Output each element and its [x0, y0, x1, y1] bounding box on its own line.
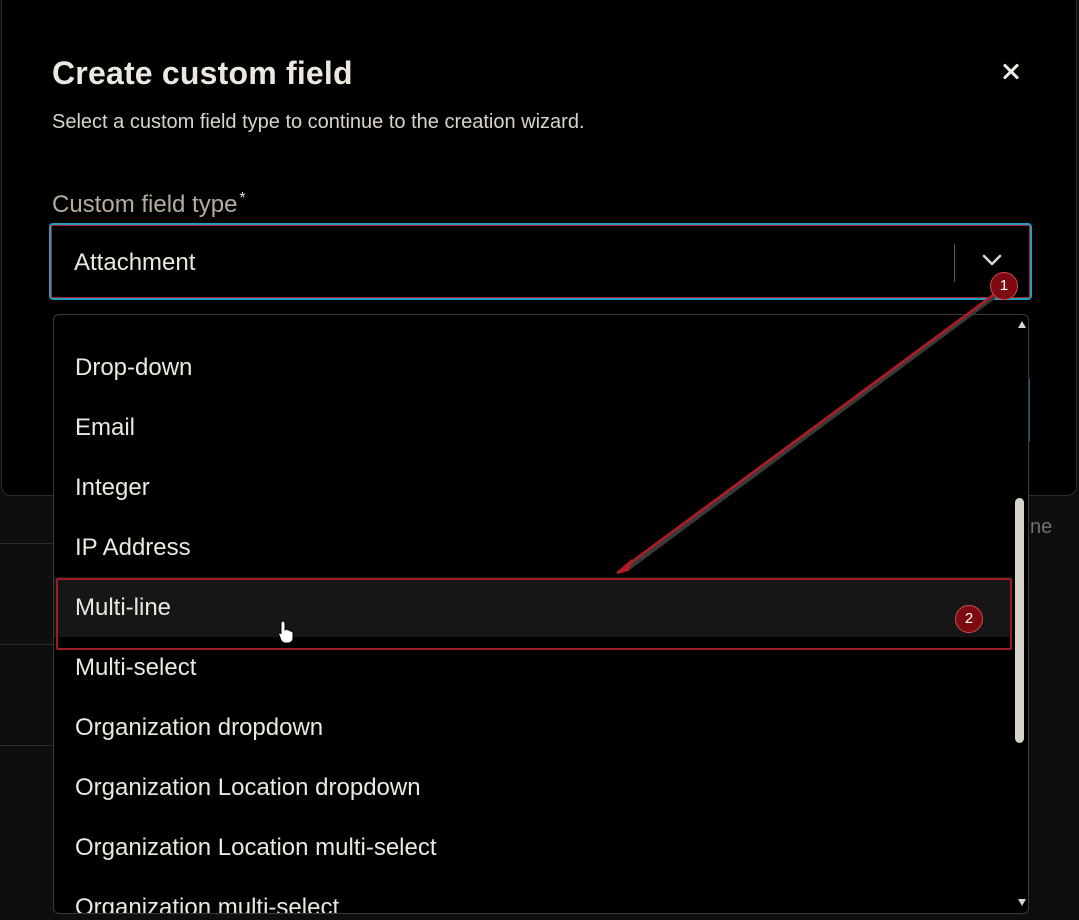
option-multi-line[interactable]: Multi-line	[54, 577, 1012, 637]
option-email[interactable]: Email	[54, 397, 1012, 457]
option-label: Organization multi-select	[75, 894, 340, 914]
scroll-down-arrow-icon[interactable]	[1018, 899, 1026, 906]
option-organization-dropdown[interactable]: Organization dropdown	[54, 697, 1012, 757]
option-label: Organization Location dropdown	[75, 774, 421, 801]
background-divider	[0, 543, 55, 544]
modal-subtitle: Select a custom field type to continue t…	[52, 111, 585, 133]
option-drop-down[interactable]: Drop-down	[54, 337, 1012, 397]
option-organization-location-multi-select[interactable]: Organization Location multi-select	[54, 817, 1012, 877]
select-value: Attachment	[74, 249, 196, 276]
custom-field-type-select[interactable]: Attachment	[49, 223, 1032, 300]
option-organization-location-dropdown[interactable]: Organization Location dropdown	[54, 757, 1012, 817]
option-label: Drop-down	[75, 354, 193, 381]
scroll-up-arrow-icon[interactable]	[1018, 321, 1026, 328]
custom-field-type-label: Custom field type *	[52, 190, 246, 219]
close-icon[interactable]	[997, 58, 1025, 86]
annotation-marker-1: 1	[990, 272, 1018, 300]
option-label: Email	[75, 414, 136, 441]
option-label: Organization Location multi-select	[75, 834, 437, 861]
required-asterisk: *	[239, 190, 246, 207]
select-divider	[954, 244, 955, 282]
hand-cursor-icon	[278, 620, 294, 644]
option-label: Multi-line	[75, 594, 172, 621]
option-label: Organization dropdown	[75, 714, 324, 741]
background-divider	[0, 745, 55, 746]
custom-field-type-dropdown-menu: Drop-down Email Integer IP Address Multi…	[53, 314, 1029, 914]
modal-title: Create custom field	[52, 55, 353, 91]
option-integer[interactable]: Integer	[54, 457, 1012, 517]
option-organization-multi-select[interactable]: Organization multi-select	[54, 877, 1012, 914]
option-label: Multi-select	[75, 654, 197, 681]
option-label: Integer	[75, 474, 150, 501]
option-multi-select[interactable]: Multi-select	[54, 637, 1012, 697]
background-partial-text: ne	[1030, 516, 1053, 538]
field-label-text: Custom field type	[52, 191, 238, 218]
annotation-marker-2: 2	[955, 605, 983, 633]
scrollbar-thumb[interactable]	[1015, 498, 1024, 743]
chevron-down-icon[interactable]	[981, 252, 1003, 268]
dropdown-scrollbar[interactable]	[1014, 315, 1028, 913]
option-ip-address[interactable]: IP Address	[54, 517, 1012, 577]
background-divider	[0, 644, 55, 645]
option-label: IP Address	[75, 534, 191, 561]
